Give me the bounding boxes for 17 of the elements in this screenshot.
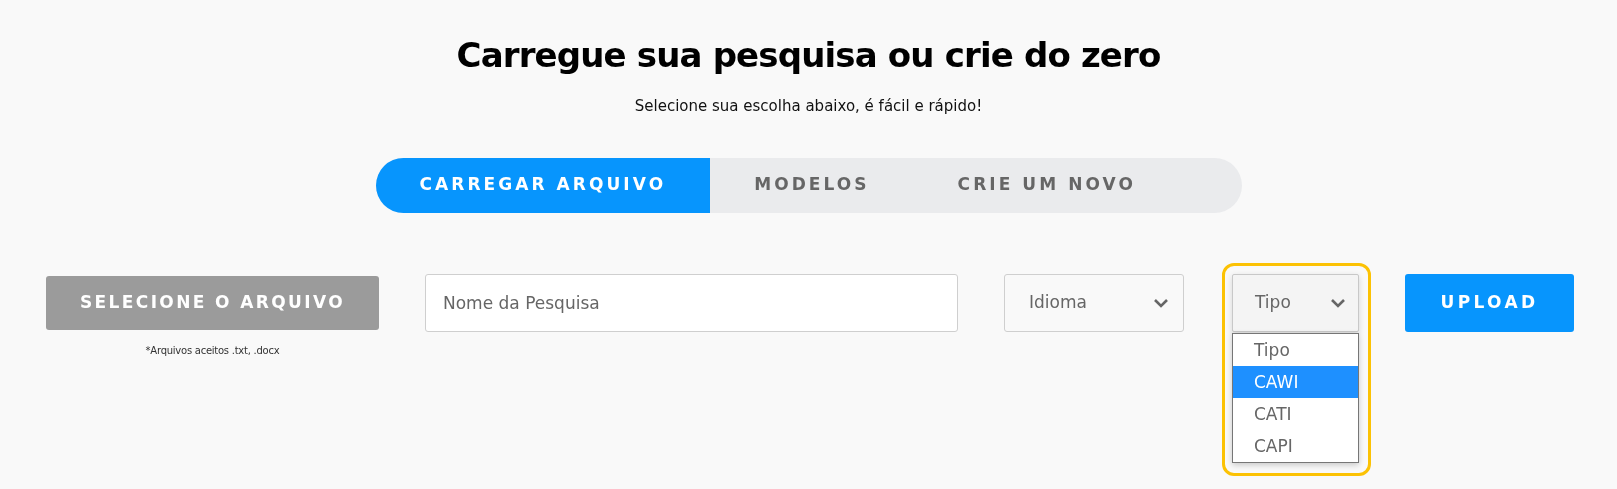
page-title: Carregue sua pesquisa ou crie do zero (456, 34, 1161, 77)
dropdown-option[interactable]: Tipo (1233, 333, 1358, 366)
dropdown-option[interactable]: CATI (1233, 397, 1358, 430)
dropdown-option[interactable]: CAWI (1233, 365, 1358, 398)
file-format-note: *Arquivos aceitos .txt, .docx (145, 343, 280, 358)
tab[interactable]: CRIE UM NOVO (913, 157, 1180, 213)
survey-name-field[interactable]: Nome da Pesquisa (425, 273, 958, 332)
select-file-button[interactable]: SELECIONE O ARQUIVO (46, 275, 379, 330)
chevron-down-icon (1330, 297, 1346, 308)
upload-button[interactable]: UPLOAD (1405, 273, 1574, 332)
type-select[interactable]: Tipo (1232, 273, 1359, 332)
tab[interactable]: CARREGAR ARQUIVO (375, 157, 711, 213)
language-select[interactable]: Idioma (1004, 273, 1184, 332)
dropdown-option[interactable]: CAPI (1233, 429, 1358, 462)
chevron-down-icon (1153, 297, 1169, 308)
tab[interactable]: MODELOS (710, 157, 914, 213)
page-subtitle: Selecione sua escolha abaixo, é fácil e rápido! (634, 96, 983, 117)
